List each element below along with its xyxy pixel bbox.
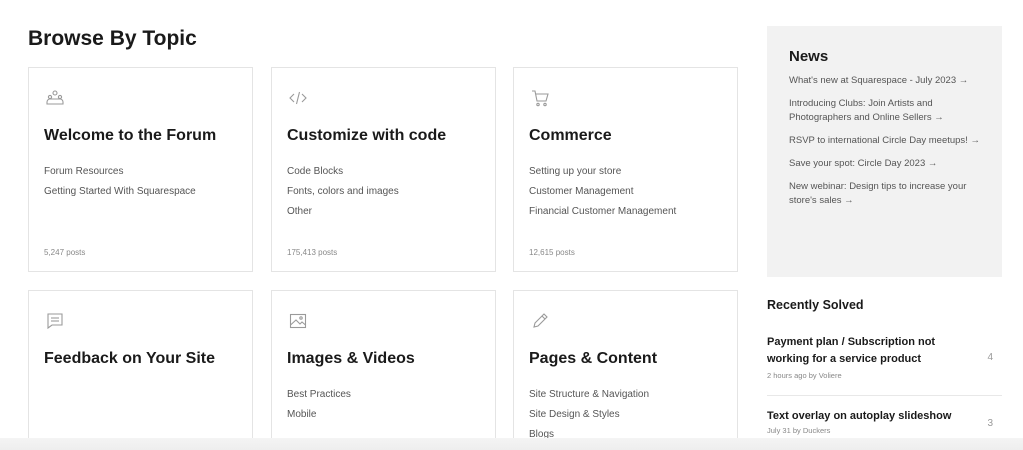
recently-solved-title: Recently Solved bbox=[767, 298, 864, 312]
topic-link[interactable]: Site Structure & Navigation bbox=[529, 385, 649, 405]
solved-question: Text overlay on autoplay slideshow bbox=[767, 410, 952, 422]
news-title: News bbox=[789, 48, 829, 65]
chat-icon bbox=[45, 311, 65, 331]
topic-link[interactable]: Other bbox=[287, 202, 399, 222]
topic-card-feedback[interactable]: Feedback on Your Site bbox=[28, 290, 253, 450]
topic-card-welcome[interactable]: Welcome to the Forum Forum Resources Get… bbox=[28, 67, 253, 272]
topic-card-pages-content[interactable]: Pages & Content Site Structure & Navigat… bbox=[513, 290, 738, 450]
community-icon bbox=[45, 88, 65, 108]
bottom-fade bbox=[0, 438, 1023, 450]
topic-title: Pages & Content bbox=[529, 350, 658, 367]
news-item[interactable]: New webinar: Design tips to increase you… bbox=[789, 180, 980, 208]
solved-item[interactable]: Payment plan / Subscription not working … bbox=[767, 334, 1002, 396]
image-icon bbox=[288, 311, 308, 331]
topic-link[interactable]: Mobile bbox=[287, 405, 351, 425]
news-item[interactable]: Save your spot: Circle Day 2023 → bbox=[789, 157, 980, 171]
post-count: 5,247 posts bbox=[44, 248, 86, 257]
news-item[interactable]: RSVP to international Circle Day meetups… bbox=[789, 134, 980, 148]
news-item[interactable]: What's new at Squarespace - July 2023 → bbox=[789, 74, 980, 88]
solved-meta: 2 hours ago by Voliere bbox=[767, 371, 842, 380]
news-panel: News What's new at Squarespace - July 20… bbox=[767, 26, 1002, 277]
topic-title: Commerce bbox=[529, 127, 612, 144]
post-count: 175,413 posts bbox=[287, 248, 338, 257]
reply-count: 4 bbox=[987, 352, 993, 363]
topic-link[interactable]: Financial Customer Management bbox=[529, 202, 676, 222]
topic-card-images-videos[interactable]: Images & Videos Best Practices Mobile bbox=[271, 290, 496, 450]
topic-link[interactable]: Code Blocks bbox=[287, 162, 399, 182]
topic-link[interactable]: Customer Management bbox=[529, 182, 676, 202]
news-item[interactable]: Introducing Clubs: Join Artists and Phot… bbox=[789, 97, 980, 125]
solved-question: Payment plan / Subscription not working … bbox=[767, 336, 936, 365]
solved-meta: July 31 by Duckers bbox=[767, 426, 831, 435]
code-icon bbox=[288, 88, 308, 108]
topic-link[interactable]: Best Practices bbox=[287, 385, 351, 405]
topic-title: Feedback on Your Site bbox=[44, 350, 216, 367]
topic-link[interactable]: Setting up your store bbox=[529, 162, 676, 182]
topic-title: Images & Videos bbox=[287, 350, 415, 367]
topic-title: Welcome to the Forum bbox=[44, 127, 217, 144]
post-count: 12,615 posts bbox=[529, 248, 575, 257]
topic-link[interactable]: Forum Resources bbox=[44, 162, 196, 182]
topic-title: Customize with code bbox=[287, 127, 447, 144]
topic-card-commerce[interactable]: Commerce Setting up your store Customer … bbox=[513, 67, 738, 272]
reply-count: 3 bbox=[987, 418, 993, 429]
pencil-icon bbox=[530, 311, 550, 331]
page-title: Browse By Topic bbox=[28, 27, 197, 50]
topic-card-customize-code[interactable]: Customize with code Code Blocks Fonts, c… bbox=[271, 67, 496, 272]
topic-link[interactable]: Site Design & Styles bbox=[529, 405, 649, 425]
cart-icon bbox=[530, 88, 550, 108]
topic-link[interactable]: Fonts, colors and images bbox=[287, 182, 399, 202]
topic-link[interactable]: Getting Started With Squarespace bbox=[44, 182, 196, 202]
